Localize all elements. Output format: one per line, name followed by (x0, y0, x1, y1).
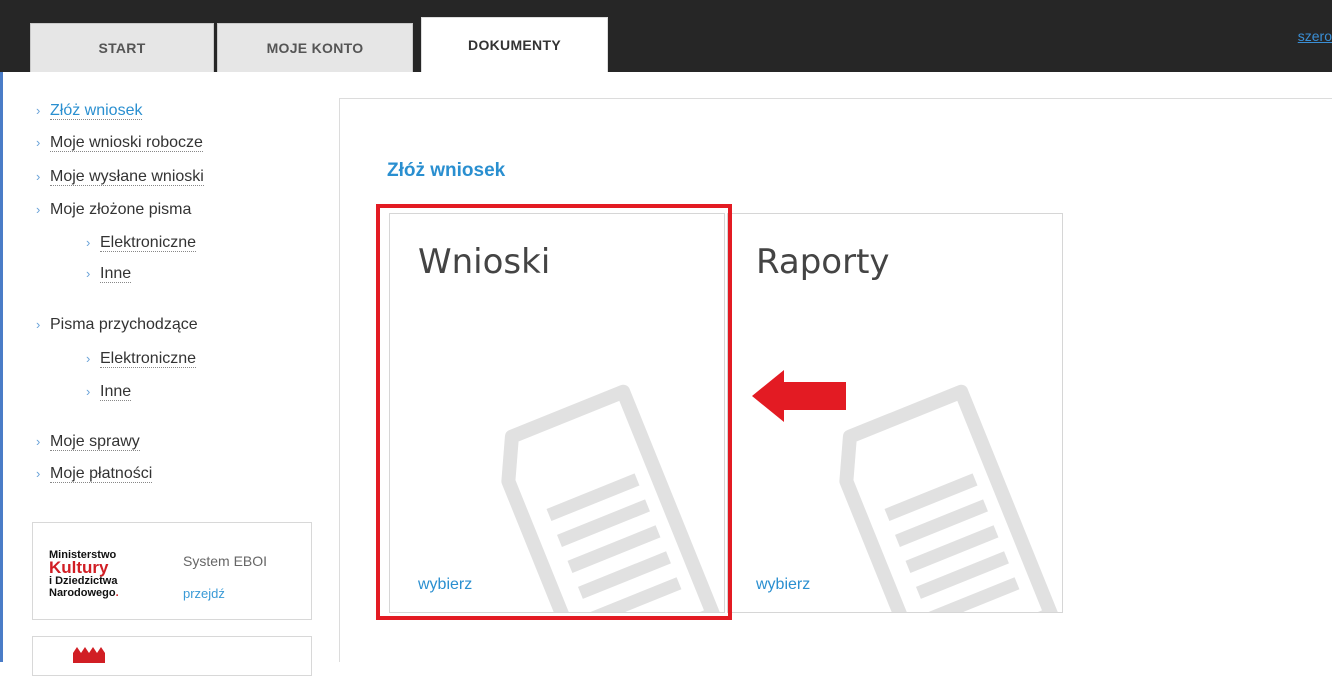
sidebar-item-pisma-przychodzace[interactable]: › Pisma przychodzące (36, 316, 198, 334)
sidebar-item-wnioski-robocze[interactable]: › Moje wnioski robocze (36, 134, 203, 152)
eboi-promo-box: Ministerstwo Kultury i Dziedzictwa Narod… (32, 522, 312, 620)
arrow-left-icon (752, 370, 846, 422)
chevron-right-icon: › (36, 317, 41, 332)
coat-of-arms-icon (73, 647, 105, 663)
sidebar-item-przychodzace-inne[interactable]: › Inne (86, 383, 132, 401)
sidebar-item-wyslane-wnioski[interactable]: › Moje wysłane wnioski (36, 168, 204, 186)
sidebar-item-zlozone-inne[interactable]: › Inne (86, 265, 132, 283)
tile-select-link[interactable]: wybierz (756, 576, 810, 594)
user-account-link[interactable]: szero (1298, 28, 1332, 44)
tab-moje-konto[interactable]: MOJE KONTO (217, 23, 413, 72)
top-nav-bar: START MOJE KONTO DOKUMENTY szero (0, 0, 1332, 72)
page-title: Złóż wniosek (387, 160, 506, 181)
chevron-right-icon: › (36, 169, 41, 184)
sidebar-item-przychodzace-elektroniczne[interactable]: › Elektroniczne (86, 350, 197, 368)
chevron-right-icon: › (86, 266, 91, 281)
eboi-system-label: System EBOI (183, 553, 268, 569)
tile-title: Raporty (756, 242, 890, 282)
tile-title: Wnioski (418, 242, 551, 282)
chevron-right-icon: › (36, 135, 41, 150)
chevron-right-icon: › (36, 202, 41, 217)
second-promo-box (32, 636, 312, 676)
sidebar-item-zlozone-pisma[interactable]: › Moje złożone pisma (36, 201, 191, 219)
sidebar-item-zloz-wniosek[interactable]: › Złóż wniosek (36, 102, 143, 120)
sidebar-item-moje-sprawy[interactable]: › Moje sprawy (36, 433, 140, 451)
chevron-right-icon: › (86, 351, 91, 366)
chevron-right-icon: › (86, 384, 91, 399)
eboi-go-link[interactable]: przejdź (183, 586, 225, 601)
ministry-logo: Ministerstwo Kultury i Dziedzictwa Narod… (49, 549, 119, 599)
chevron-right-icon: › (36, 103, 41, 118)
chevron-right-icon: › (36, 466, 41, 481)
chevron-right-icon: › (36, 434, 41, 449)
tab-dokumenty[interactable]: DOKUMENTY (421, 17, 608, 72)
sidebar-item-moje-platnosci[interactable]: › Moje płatności (36, 465, 153, 483)
tile-select-link[interactable]: wybierz (418, 576, 472, 594)
tile-wnioski[interactable]: Wnioski wybierz (389, 213, 725, 613)
chevron-right-icon: › (86, 235, 91, 250)
sidebar-item-zlozone-elektroniczne[interactable]: › Elektroniczne (86, 234, 197, 252)
tab-start[interactable]: START (30, 23, 214, 72)
